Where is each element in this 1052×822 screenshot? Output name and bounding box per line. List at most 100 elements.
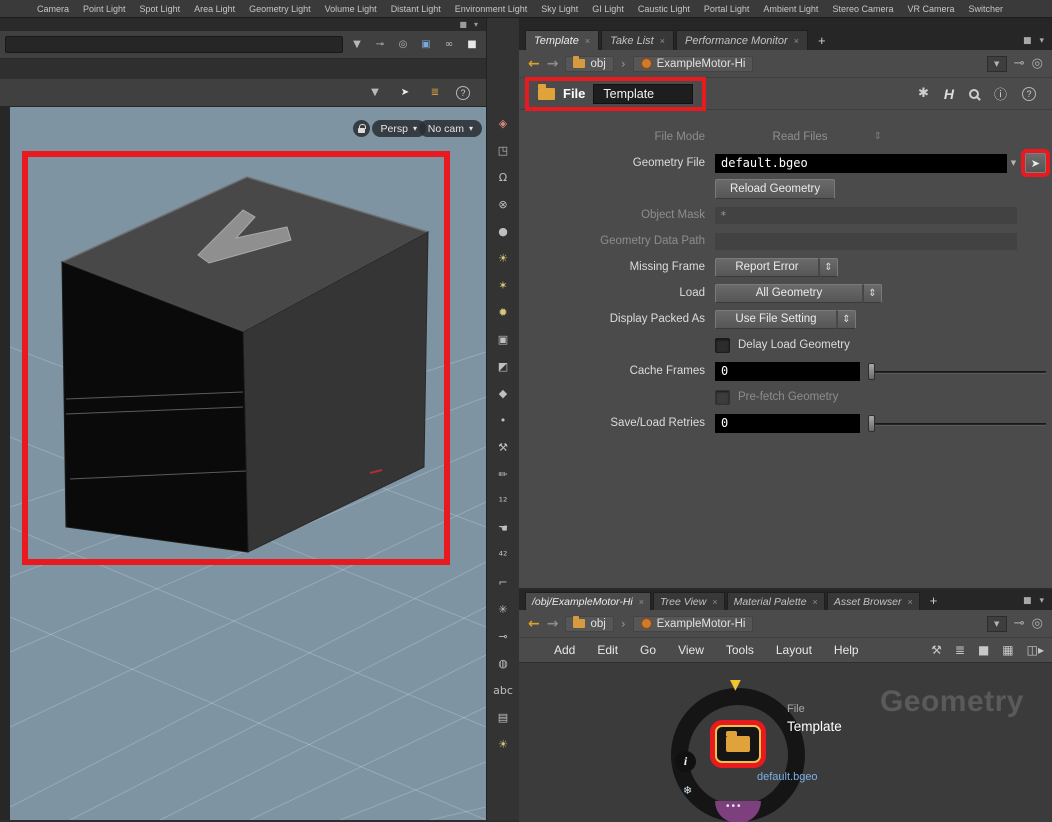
- breadcrumb-node[interactable]: ExampleMotor-Hi: [632, 615, 754, 632]
- missing-frame-updown-icon[interactable]: ⇕: [819, 257, 838, 277]
- missing-frame-menu[interactable]: Report Error: [715, 257, 819, 277]
- view-perspective-selector[interactable]: Persp ▾: [371, 120, 426, 137]
- cache-frames-slider[interactable]: [868, 362, 1046, 381]
- display-packed-as-updown-icon[interactable]: ⇕: [837, 309, 856, 329]
- headlight-icon[interactable]: ☀: [498, 249, 508, 268]
- spot-light-icon[interactable]: ✹: [498, 303, 507, 322]
- camera-dropdown-icon[interactable]: ▼: [348, 37, 366, 53]
- pane-maximize-icon[interactable]: ■: [1023, 596, 1032, 606]
- menu-item[interactable]: Add: [543, 643, 586, 657]
- menu-item[interactable]: Help: [823, 643, 870, 657]
- stereo-glasses-icon[interactable]: ∞: [440, 37, 458, 53]
- pane-tab[interactable]: Performance Monitor ×: [676, 30, 808, 50]
- breadcrumb-root[interactable]: obj: [565, 615, 614, 632]
- menu-item[interactable]: Edit: [586, 643, 629, 657]
- forward-arrow-icon[interactable]: →: [547, 56, 559, 72]
- tab-close-icon[interactable]: ×: [585, 36, 590, 46]
- material-shader-icon[interactable]: ◆: [499, 384, 507, 403]
- camera-selector[interactable]: [5, 36, 343, 53]
- menu-item[interactable]: Layout: [765, 643, 823, 657]
- shelf-tool[interactable]: VR Camera: [900, 4, 961, 14]
- delay-load-checkbox[interactable]: [715, 337, 730, 353]
- snapshot-icon[interactable]: ▣: [417, 37, 435, 53]
- select-cursor-icon[interactable]: ➤: [396, 85, 414, 101]
- help-icon[interactable]: ?: [456, 85, 470, 100]
- shelf-tool[interactable]: Sky Light: [534, 4, 585, 14]
- link-radial-icon[interactable]: ◎: [1032, 56, 1043, 71]
- load-updown-icon[interactable]: ⇕: [863, 283, 882, 303]
- shelf-tool[interactable]: GI Light: [585, 4, 631, 14]
- file-chooser-button[interactable]: ➤: [1024, 153, 1046, 173]
- file-node[interactable]: [715, 725, 761, 763]
- dark-sphere-icon[interactable]: ●: [498, 222, 508, 241]
- pane-menu-icon[interactable]: ▾: [474, 20, 478, 29]
- tab-close-icon[interactable]: ×: [908, 597, 913, 607]
- geometry-file-dropdown-icon[interactable]: ▼: [1007, 154, 1020, 173]
- pin-icon[interactable]: ⊸: [1014, 616, 1025, 631]
- shelf-tool[interactable]: Spot Light: [133, 4, 188, 14]
- panel-toggle-icon[interactable]: ◫▸: [1027, 643, 1044, 657]
- load-menu[interactable]: All Geometry: [715, 283, 863, 303]
- save-load-retries-slider[interactable]: [868, 414, 1046, 433]
- shelf-tool[interactable]: Point Light: [76, 4, 133, 14]
- pane-menu-icon[interactable]: ▾: [1039, 36, 1044, 46]
- pane-tab[interactable]: Tree View ×: [653, 592, 725, 610]
- view-lock-button[interactable]: [353, 120, 370, 137]
- slider-handle[interactable]: [868, 362, 875, 380]
- lock-icon[interactable]: Ω: [499, 168, 507, 187]
- dot-icon[interactable]: •: [500, 411, 507, 430]
- radial-up-arrow-icon[interactable]: ▼: [730, 677, 741, 693]
- slider-handle[interactable]: [868, 414, 875, 432]
- path-dropdown[interactable]: ▼: [986, 615, 1007, 632]
- link-radial-icon[interactable]: ◎: [1032, 616, 1043, 631]
- hand-icon[interactable]: ☚: [498, 519, 508, 538]
- camera-view-icon[interactable]: ▣: [498, 330, 508, 349]
- sort-list-icon[interactable]: ≣: [426, 85, 444, 101]
- shelf-tool[interactable]: Portal Light: [697, 4, 757, 14]
- help-icon[interactable]: ?: [1022, 86, 1036, 101]
- tab-close-icon[interactable]: ×: [813, 597, 818, 607]
- pane-tab[interactable]: Template ×: [525, 30, 600, 50]
- pane-menu-icon[interactable]: ▾: [1039, 596, 1044, 606]
- network-editor[interactable]: Geometry ▼ i File Template default.bgeo …: [519, 662, 1052, 822]
- shelf-tool[interactable]: Distant Light: [384, 4, 448, 14]
- display-packed-as-menu[interactable]: Use File Setting: [715, 309, 837, 329]
- forward-arrow-icon[interactable]: →: [547, 616, 559, 632]
- reload-geometry-button[interactable]: Reload Geometry: [715, 179, 836, 199]
- node-info-button[interactable]: i: [675, 751, 696, 772]
- pin-icon[interactable]: ⊸: [371, 37, 389, 53]
- image-plane-icon[interactable]: ▤: [498, 708, 508, 727]
- snowflake-icon[interactable]: ❄: [683, 784, 692, 797]
- pin-icon[interactable]: ⊸: [1014, 56, 1025, 71]
- radial-menu-icon[interactable]: ◎: [394, 37, 412, 53]
- shelf-tool[interactable]: Ambient Light: [756, 4, 825, 14]
- info-icon[interactable]: ⓘ: [994, 84, 1007, 103]
- shelf-tool[interactable]: Caustic Light: [631, 4, 697, 14]
- breadcrumb-node[interactable]: ExampleMotor-Hi: [632, 55, 754, 72]
- houdini-logo-icon[interactable]: H: [944, 86, 954, 102]
- pane-tab[interactable]: Asset Browser ×: [826, 592, 920, 610]
- pane-maximize-icon[interactable]: ■: [1023, 36, 1032, 46]
- flipbook-icon[interactable]: ■: [463, 37, 481, 53]
- path-dropdown[interactable]: ▼: [986, 55, 1007, 72]
- new-tab-button[interactable]: +: [810, 30, 834, 50]
- shelf-tool[interactable]: Camera: [30, 4, 76, 14]
- fill-icon[interactable]: ■: [978, 643, 989, 657]
- breadcrumb-root[interactable]: obj: [565, 55, 614, 72]
- node-name-field[interactable]: Template: [593, 83, 694, 104]
- menu-item[interactable]: View: [667, 643, 715, 657]
- hammer-icon[interactable]: ⚒: [498, 438, 508, 457]
- node-file-link[interactable]: default.bgeo: [757, 771, 818, 783]
- new-tab-button[interactable]: +: [922, 590, 946, 610]
- shelf-tool[interactable]: Volume Light: [318, 4, 384, 14]
- pane-tab[interactable]: /obj/ExampleMotor-Hi ×: [525, 592, 652, 610]
- ruler-icon[interactable]: ⌐: [498, 573, 507, 592]
- shelf-tool[interactable]: Environment Light: [448, 4, 535, 14]
- export-icon[interactable]: ◳: [498, 141, 508, 160]
- pane-tab[interactable]: Take List ×: [601, 30, 674, 50]
- shelf-tool[interactable]: Switcher: [961, 4, 1010, 14]
- camera-selector-pill[interactable]: No cam ▾: [418, 120, 482, 137]
- cache-frames-input[interactable]: 0: [715, 361, 860, 381]
- pause-icon[interactable]: ◍: [498, 654, 508, 673]
- tab-close-icon[interactable]: ×: [794, 36, 799, 46]
